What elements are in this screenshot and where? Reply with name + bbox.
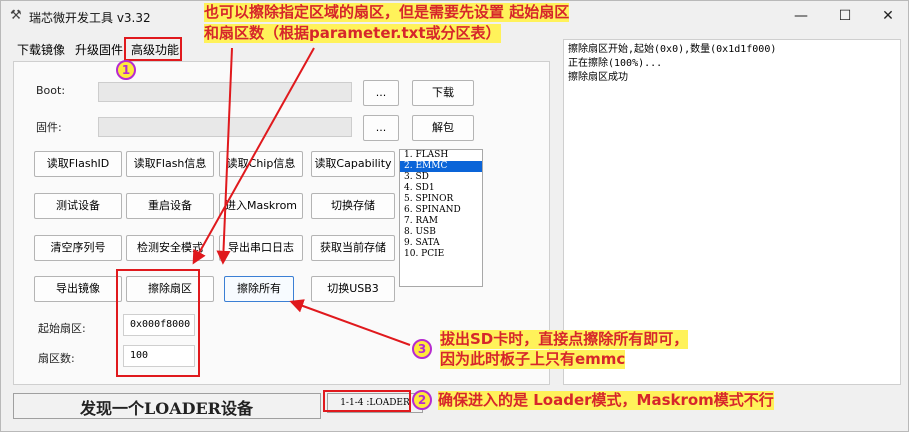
firmware-label: 固件: xyxy=(36,121,62,134)
window-title: 瑞芯微开发工具 v3.32 xyxy=(29,11,151,25)
step-2-badge: 2 xyxy=(412,390,432,410)
note-erase-sector-line1: 也可以擦除指定区域的扇区，但是需要先设置 起始扇区 xyxy=(204,3,570,22)
minimize-button[interactable]: — xyxy=(784,5,818,27)
storage-item-spinor[interactable]: 5. SPINOR xyxy=(400,194,482,205)
test-device-button[interactable]: 测试设备 xyxy=(34,193,122,219)
start-sector-label: 起始扇区: xyxy=(38,322,86,335)
status-message-box: 发现一个LOADER设备 xyxy=(13,393,321,419)
read-flash-id-button[interactable]: 读取FlashID xyxy=(34,151,122,177)
storage-item-usb[interactable]: 8. USB xyxy=(400,227,482,238)
reboot-device-button[interactable]: 重启设备 xyxy=(126,193,214,219)
switch-usb3-button[interactable]: 切换USB3 xyxy=(311,276,395,302)
storage-item-sd1[interactable]: 4. SD1 xyxy=(400,183,482,194)
step-3-badge: 3 xyxy=(412,339,432,359)
log-line: 擦除扇区成功 xyxy=(568,72,628,83)
storage-item-spinand[interactable]: 6. SPINAND xyxy=(400,205,482,216)
enter-maskrom-button[interactable]: 进入Maskrom xyxy=(219,193,303,219)
boot-path-field[interactable] xyxy=(98,82,352,102)
unpack-button[interactable]: 解包 xyxy=(412,115,474,141)
clear-serial-button[interactable]: 清空序列号 xyxy=(34,235,122,261)
storage-item-pcie[interactable]: 10. PCIE xyxy=(400,249,482,260)
note-erase-sector-line2: 和扇区数（根据parameter.txt或分区表） xyxy=(204,24,501,43)
storage-item-sata[interactable]: 9. SATA xyxy=(400,238,482,249)
tab-upgrade-firmware[interactable]: 升级固件 xyxy=(75,39,123,61)
firmware-browse-button[interactable]: ... xyxy=(363,115,399,141)
storage-item-ram[interactable]: 7. RAM xyxy=(400,216,482,227)
detect-safe-mode-button[interactable]: 检测安全模式 xyxy=(126,235,214,261)
get-current-storage-button[interactable]: 获取当前存储 xyxy=(311,235,395,261)
tab-highlight-rect xyxy=(124,37,182,61)
storage-item-sd[interactable]: 3. SD xyxy=(400,172,482,183)
read-flash-info-button[interactable]: 读取Flash信息 xyxy=(126,151,214,177)
export-image-button[interactable]: 导出镜像 xyxy=(34,276,122,302)
erase-all-button[interactable]: 擦除所有 xyxy=(224,276,294,302)
storage-list[interactable]: 1. FLASH 2. EMMC 3. SD 4. SD1 5. SPINOR … xyxy=(399,149,483,287)
status-message: 发现一个LOADER设备 xyxy=(80,399,253,418)
switch-storage-button[interactable]: 切换存储 xyxy=(311,193,395,219)
step-1-badge: 1 xyxy=(116,60,136,80)
erase-sector-highlight-rect xyxy=(116,269,200,377)
note-erase-all-line2: 因为此时板子上只有emmc xyxy=(440,350,626,369)
export-serial-log-button[interactable]: 导出串口日志 xyxy=(219,235,303,261)
firmware-path-field[interactable] xyxy=(98,117,352,137)
maximize-button[interactable]: ☐ xyxy=(828,5,862,27)
device-highlight-rect xyxy=(323,390,411,412)
tools-icon: ⚒ xyxy=(10,8,22,23)
storage-item-flash[interactable]: 1. FLASH xyxy=(400,150,482,161)
storage-item-emmc[interactable]: 2. EMMC xyxy=(400,161,482,172)
note-erase-all-line1: 拔出SD卡时，直接点擦除所有即可， xyxy=(440,330,689,349)
read-capability-button[interactable]: 读取Capability xyxy=(311,151,395,177)
close-button[interactable]: ✕ xyxy=(871,5,905,27)
log-line: 正在擦除(100%)... xyxy=(568,58,663,69)
boot-browse-button[interactable]: ... xyxy=(363,80,399,106)
note-loader-mode: 确保进入的是 Loader模式，Maskrom模式不行 xyxy=(438,391,774,410)
boot-label: Boot: xyxy=(36,84,66,97)
read-chip-info-button[interactable]: 读取Chip信息 xyxy=(219,151,303,177)
log-line: 擦除扇区开始,起始(0x0),数量(0x1d1f000) xyxy=(568,44,777,55)
download-button[interactable]: 下载 xyxy=(412,80,474,106)
tab-download-image[interactable]: 下载镜像 xyxy=(17,39,65,61)
sector-count-label: 扇区数: xyxy=(38,352,75,365)
